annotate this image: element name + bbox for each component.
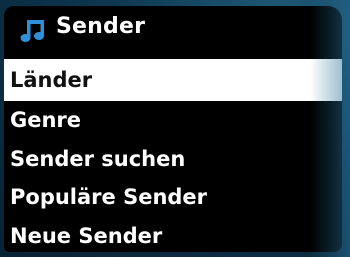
menu-list: Länder Genre Sender suchen Populäre Send… [4, 59, 342, 252]
menu-item-populaere-sender[interactable]: Populäre Sender [4, 178, 342, 217]
menu-item-neue-sender[interactable]: Neue Sender [4, 217, 342, 253]
menu-title: Sender [56, 14, 146, 39]
music-note-icon [20, 18, 46, 44]
radio-display: Sender Länder Genre Sender suchen Populä… [4, 6, 342, 252]
device-bezel: Sender Länder Genre Sender suchen Populä… [0, 0, 350, 257]
menu-item-sender-suchen[interactable]: Sender suchen [4, 140, 342, 179]
menu-header: Sender [4, 6, 342, 54]
menu-item-laender[interactable]: Länder [4, 59, 342, 101]
menu-item-genre[interactable]: Genre [4, 101, 342, 140]
